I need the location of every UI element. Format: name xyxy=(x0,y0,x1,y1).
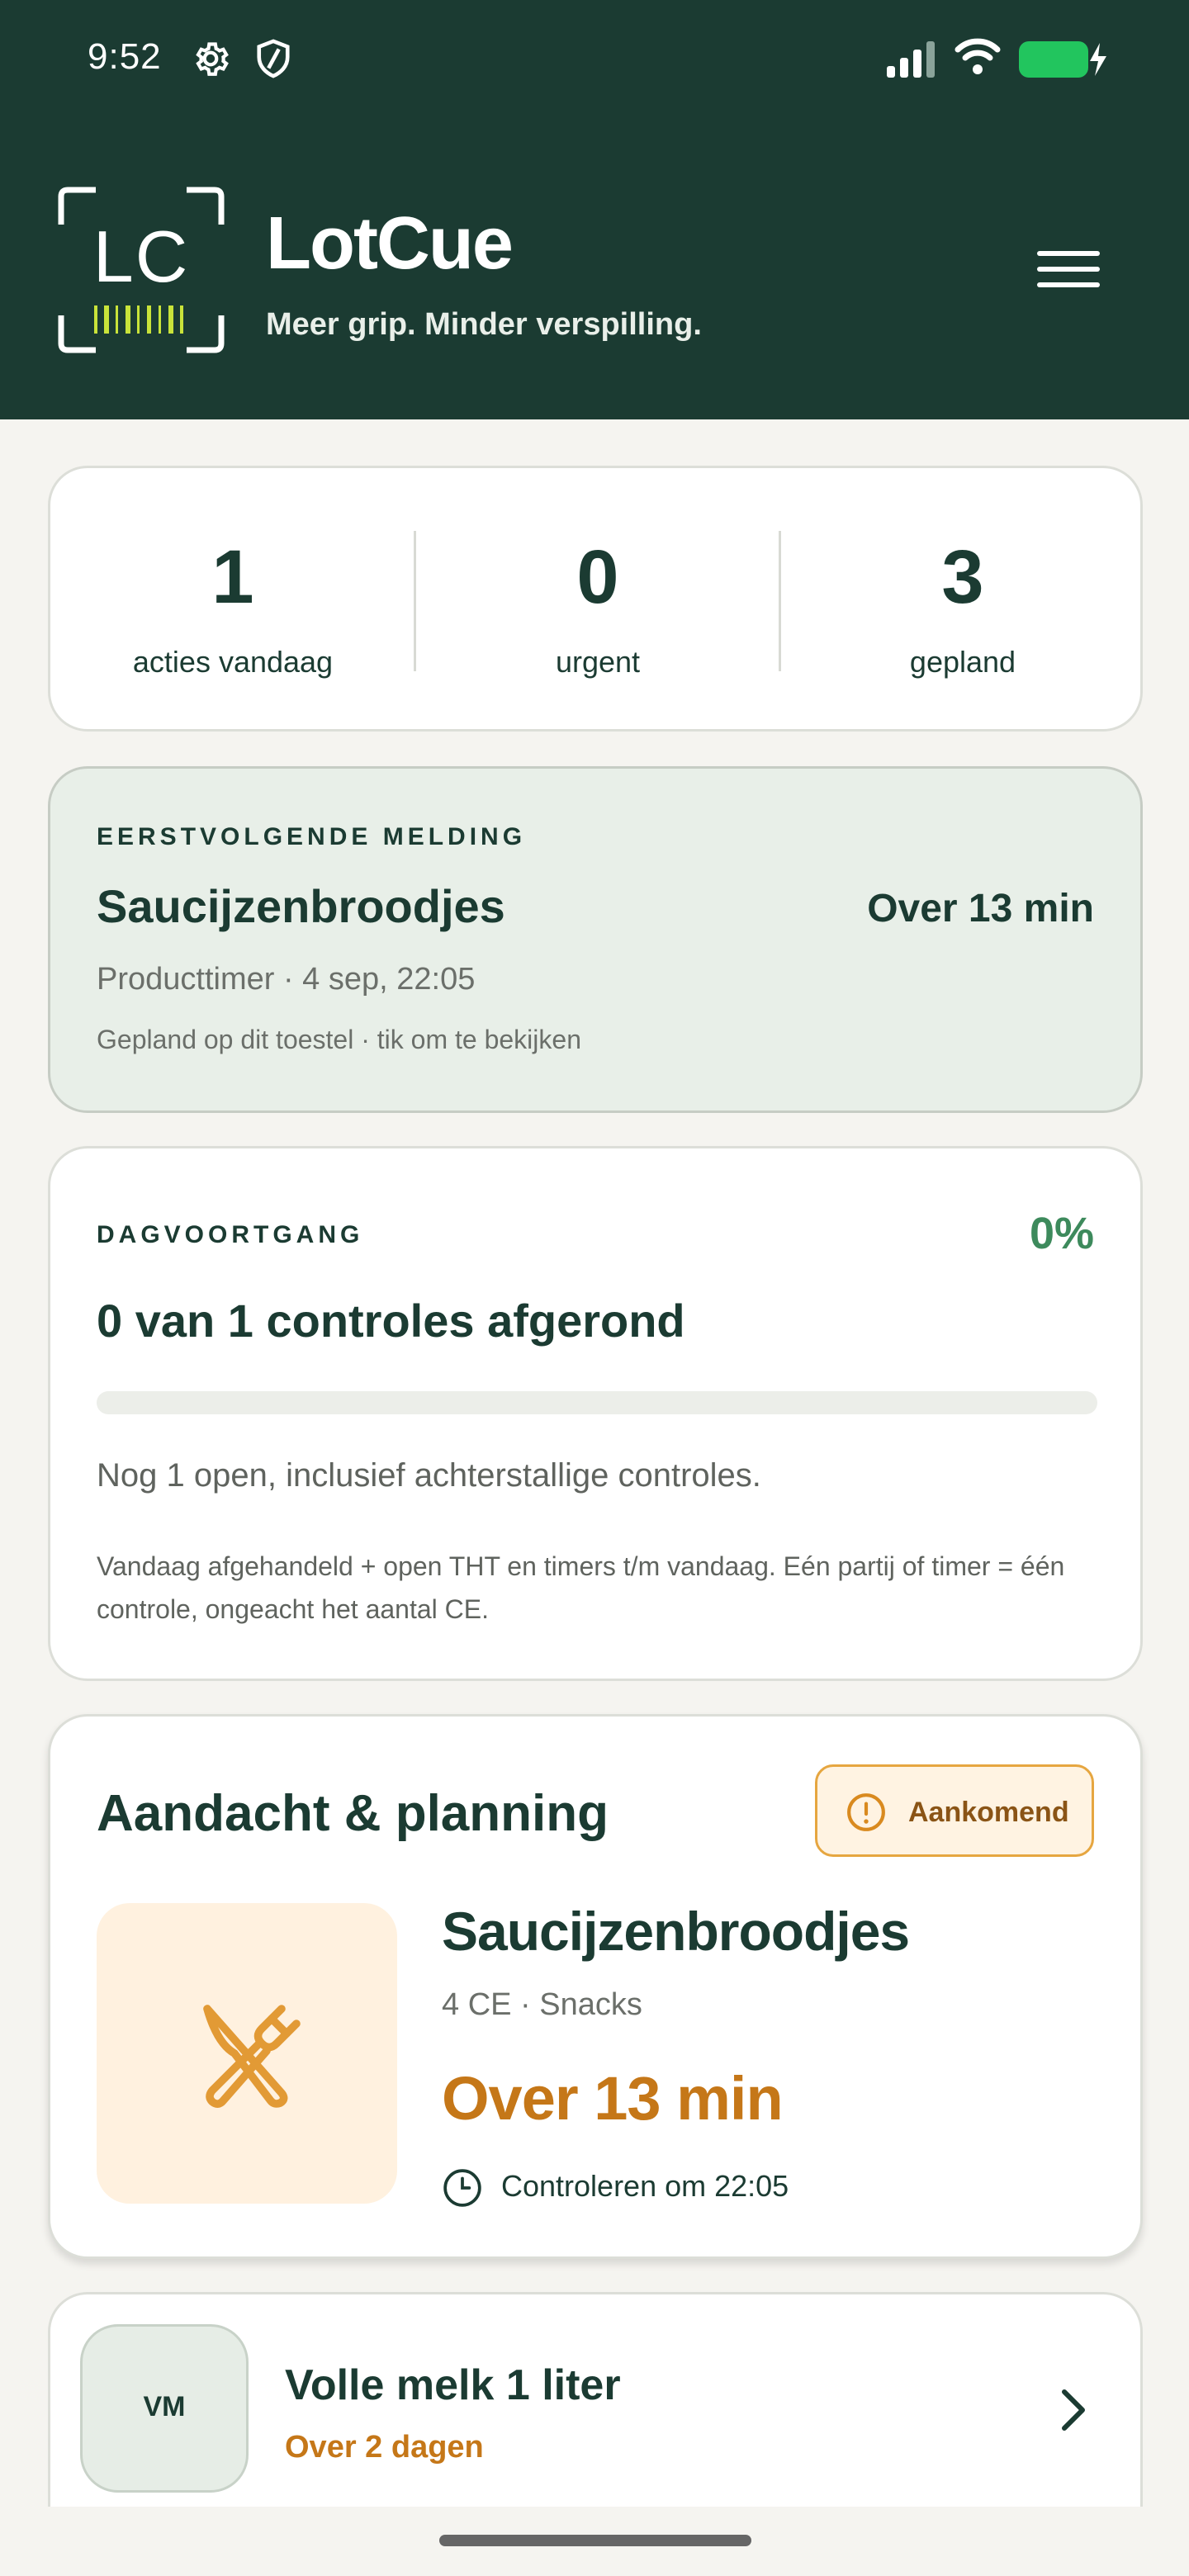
avatar-initials: VM xyxy=(143,2391,186,2422)
stat-value: 1 xyxy=(211,535,254,619)
next-notification-card[interactable]: EERSTVOLGENDE MELDING Saucijzenbroodjes … xyxy=(48,766,1143,1113)
battery-charging-icon xyxy=(1019,41,1106,78)
clock-icon xyxy=(443,2169,481,2207)
status-badge-label: Aankomend xyxy=(908,1797,1069,1828)
next-notification-time: Over 13 min xyxy=(867,887,1094,930)
stat-label: acties vandaag xyxy=(132,645,334,679)
attention-title: Aandacht & planning xyxy=(97,1785,609,1842)
day-progress-open-text: Nog 1 open, inclusief achterstallige con… xyxy=(97,1457,761,1494)
list-item-name: Volle melk 1 liter xyxy=(285,2361,621,2409)
app-name: LotCue xyxy=(266,202,514,285)
attention-item-due: Over 13 min xyxy=(442,2064,784,2133)
list-item-due: Over 2 dagen xyxy=(285,2430,484,2465)
utensils-icon xyxy=(203,2005,301,2108)
menu-button[interactable] xyxy=(1024,244,1110,294)
attention-item-name[interactable]: Saucijzenbroodjes xyxy=(442,1900,910,1963)
app-tagline: Meer grip. Minder verspilling. xyxy=(266,307,702,342)
item-thumbnail[interactable] xyxy=(97,1903,397,2204)
hamburger-icon-line xyxy=(1037,267,1100,272)
home-indicator[interactable] xyxy=(439,2535,751,2546)
next-notification-title: Saucijzenbroodjes xyxy=(97,880,505,932)
next-notification-subtitle: Producttimer · 4 sep, 22:05 xyxy=(97,962,476,997)
hamburger-icon-line xyxy=(1037,282,1100,287)
progress-bar xyxy=(97,1391,1097,1414)
stat-label: gepland xyxy=(909,645,1016,679)
status-badge: Aankomend xyxy=(815,1764,1094,1857)
day-progress-title: 0 van 1 controles afgerond xyxy=(97,1295,685,1347)
avatar: VM xyxy=(80,2324,249,2493)
stat-value: 0 xyxy=(576,535,619,619)
status-bar: 9:52 xyxy=(0,0,1189,124)
alert-circle-icon xyxy=(847,1793,885,1831)
logo-lettering: LC xyxy=(92,215,190,297)
day-progress-note: Vandaag afgehandeld + open THT en timers… xyxy=(97,1551,1065,1624)
chevron-right-icon xyxy=(1062,2389,1085,2431)
app-logo: LC xyxy=(54,183,228,357)
attention-item-check-time: Controleren om 22:05 xyxy=(501,2169,789,2203)
signal-icon xyxy=(887,41,935,78)
attention-planning-card: Aandacht & planning Aankomend Saucijzenb… xyxy=(48,1714,1143,2259)
stat-actions-today[interactable]: 1 acties vandaag xyxy=(50,468,415,734)
hamburger-icon xyxy=(1037,251,1100,256)
stat-value: 3 xyxy=(941,535,984,619)
app-header: 9:52 LC LotCue Meer grip. Minder verspil… xyxy=(0,0,1189,419)
status-time: 9:52 xyxy=(88,36,162,77)
stat-label: urgent xyxy=(555,645,641,679)
stats-card: 1 acties vandaag 0 urgent 3 gepland xyxy=(48,466,1143,732)
gear-icon xyxy=(196,42,229,76)
next-notification-note: Gepland op dit toestel · tik om te bekij… xyxy=(97,1025,581,1054)
wifi-icon xyxy=(955,38,1001,74)
next-notification-eyebrow: EERSTVOLGENDE MELDING xyxy=(97,823,527,850)
day-progress-percent: 0% xyxy=(1029,1209,1094,1258)
shield-icon xyxy=(257,39,290,78)
attention-item-meta: 4 CE · Snacks xyxy=(442,1987,642,2022)
day-progress-eyebrow: DAGVOORTGANG xyxy=(97,1221,364,1248)
stat-urgent[interactable]: 0 urgent xyxy=(415,468,780,734)
day-progress-card: DAGVOORTGANG 0% 0 van 1 controles afgero… xyxy=(48,1146,1143,1681)
stat-planned[interactable]: 3 gepland xyxy=(780,468,1145,734)
